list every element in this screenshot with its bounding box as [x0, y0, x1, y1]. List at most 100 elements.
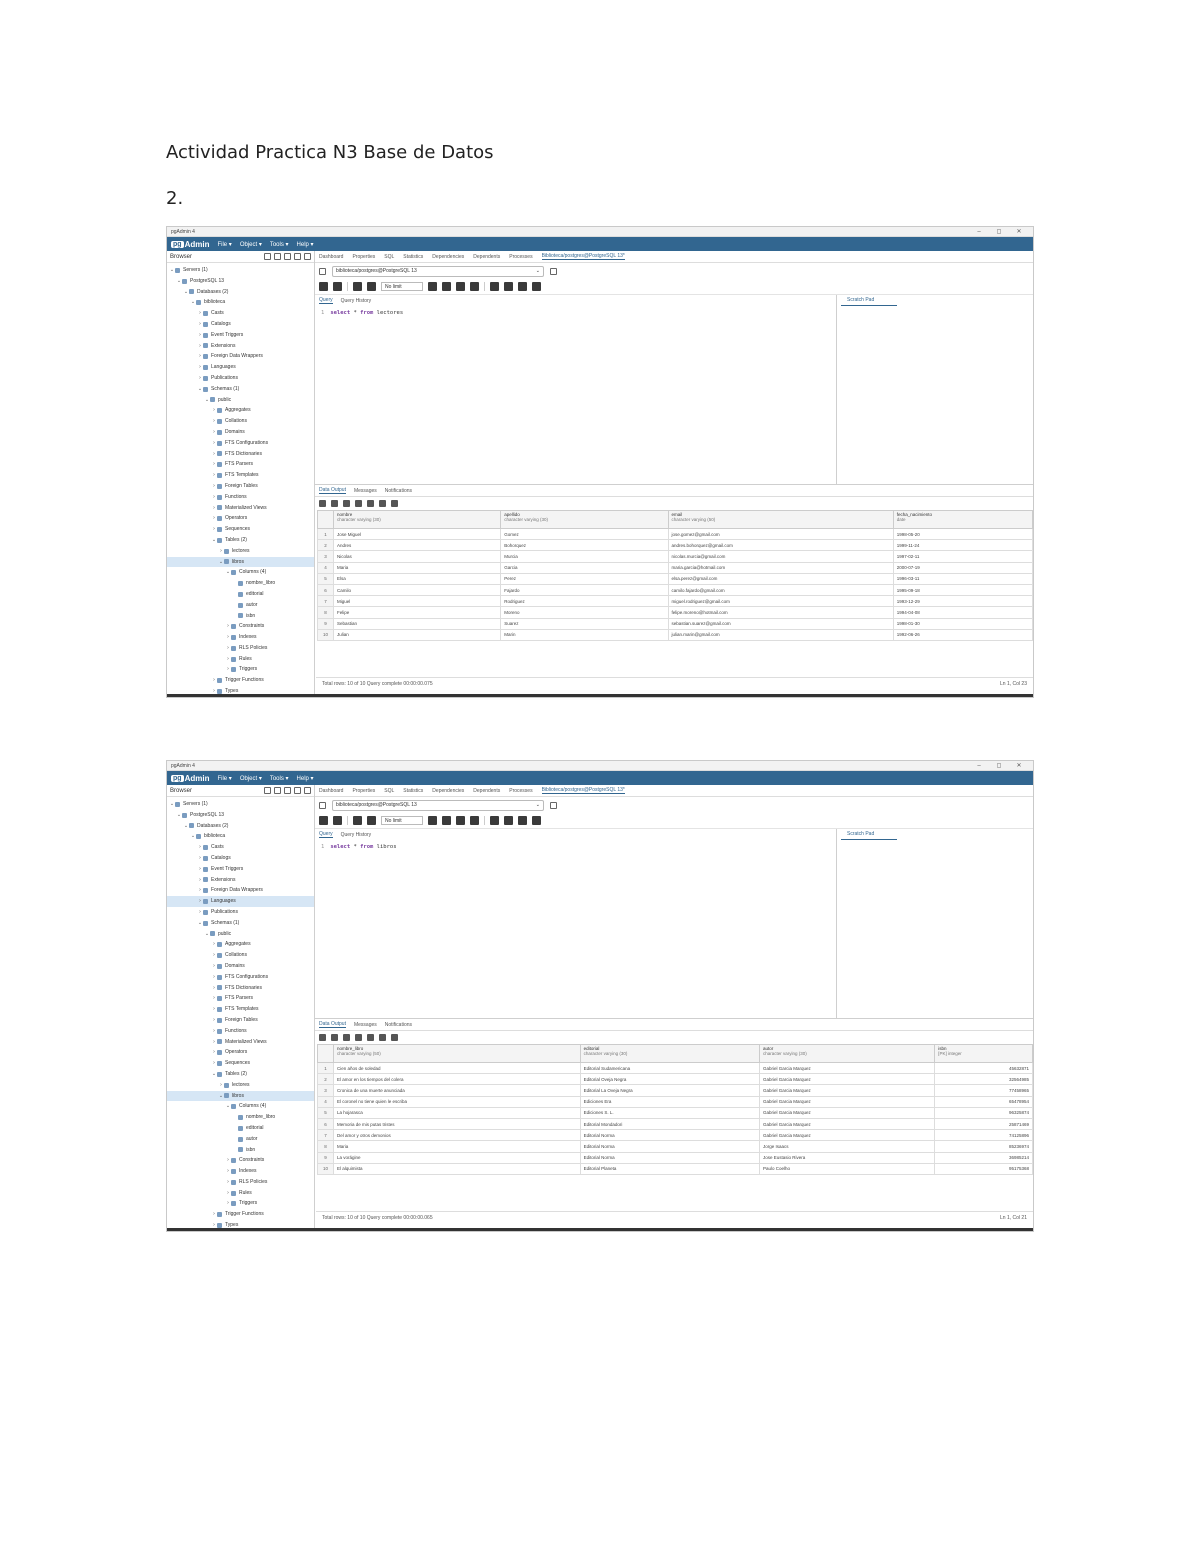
tree-node[interactable]: ⌄ Tables (2): [167, 1069, 314, 1080]
tree-node[interactable]: ⌄ Schemas (1): [167, 918, 314, 929]
column-header[interactable]: nombre character varying (30): [332, 510, 502, 529]
table-cell[interactable]: Miguel: [332, 595, 502, 608]
tree-node[interactable]: › Materialized Views: [167, 1037, 314, 1048]
tree-node[interactable]: › Extensions: [167, 341, 314, 352]
row-limit-select[interactable]: No limit: [381, 282, 423, 291]
execute-icon[interactable]: [442, 282, 451, 291]
menu-item[interactable]: Help ▾: [297, 775, 314, 782]
tree-node[interactable]: › Event Triggers: [167, 330, 314, 341]
tree-node[interactable]: ⌄ public: [167, 929, 314, 940]
tree-node[interactable]: › Foreign Data Wrappers: [167, 885, 314, 896]
explain-analyze-icon[interactable]: [470, 816, 479, 825]
table-cell[interactable]: Murcia: [500, 550, 669, 563]
column-header[interactable]: autor character varying (30): [758, 1044, 936, 1063]
tree-node[interactable]: › Catalogs: [167, 319, 314, 330]
table-cell[interactable]: Editorial Norma: [579, 1151, 760, 1164]
tree-node[interactable]: › FTS Configurations: [167, 438, 314, 449]
menu-item[interactable]: Help ▾: [297, 241, 314, 248]
paste-icon[interactable]: [343, 500, 350, 507]
add-row-icon[interactable]: [319, 1034, 326, 1041]
table-cell[interactable]: Jose Miguel: [332, 527, 502, 541]
table-cell[interactable]: Editorial Planeta: [579, 1162, 760, 1175]
column-header[interactable]: isbn [PK] integer: [934, 1044, 1033, 1063]
tree-node[interactable]: › Catalogs: [167, 853, 314, 864]
tree-node[interactable]: isbn: [167, 611, 314, 622]
table-row[interactable]: 7 Del amor y otros demonios Editorial Norm…: [317, 1129, 1033, 1142]
tree-node[interactable]: › RLS Policies: [167, 1177, 314, 1188]
tree-node[interactable]: › Indexes: [167, 632, 314, 643]
close-icon[interactable]: ✕: [1009, 762, 1029, 769]
table-cell[interactable]: Suarez: [500, 617, 669, 630]
save-data-icon[interactable]: [367, 1034, 374, 1041]
open-file-icon[interactable]: [319, 282, 328, 291]
table-view-icon[interactable]: [274, 253, 281, 260]
tree-node[interactable]: › lectores: [167, 1080, 314, 1091]
tree-node[interactable]: › Rules: [167, 654, 314, 665]
table-cell[interactable]: andres.bohorquez@gmail.com: [667, 539, 894, 552]
copy-icon[interactable]: [331, 500, 338, 507]
tree-node[interactable]: › Aggregates: [167, 939, 314, 950]
tree-node[interactable]: › RLS Policies: [167, 643, 314, 654]
table-row[interactable]: 8 Felipe Moreno felipe.moreno@hotmail.com 19…: [317, 606, 1033, 619]
table-cell[interactable]: camilo.fajardo@gmail.com: [667, 583, 894, 597]
output-tab[interactable]: Data Output: [319, 487, 346, 494]
table-cell[interactable]: Ediciones Era: [579, 1095, 760, 1108]
table-row[interactable]: 6 Camilo Fajardo camilo.fajardo@gmail.com 19…: [317, 583, 1033, 597]
tree-node[interactable]: › Trigger Functions: [167, 675, 314, 686]
tree-node[interactable]: › Publications: [167, 373, 314, 384]
filter-rows-icon[interactable]: [367, 816, 376, 825]
tree-node[interactable]: › Domains: [167, 961, 314, 972]
table-cell[interactable]: 2000-07-19: [892, 561, 1033, 574]
save-icon[interactable]: [333, 816, 342, 825]
table-cell[interactable]: 1996-03-11: [892, 572, 1033, 585]
tree-node[interactable]: › Rules: [167, 1188, 314, 1199]
table-cell[interactable]: Fajardo: [500, 583, 669, 597]
tree-node[interactable]: › FTS Parsers: [167, 459, 314, 470]
table-cell[interactable]: Editorial Sudamericana: [579, 1061, 760, 1075]
tree-node[interactable]: › Aggregates: [167, 405, 314, 416]
scratch-pad-tab[interactable]: Scratch Pad: [841, 295, 897, 306]
rollback-icon[interactable]: [504, 282, 513, 291]
table-cell[interactable]: Gomez: [500, 527, 669, 541]
tree-node[interactable]: ⌄ biblioteca: [167, 831, 314, 842]
table-cell[interactable]: 36985214: [934, 1151, 1033, 1164]
code-line[interactable]: 1 select * from lectores: [315, 306, 836, 320]
editor-tab[interactable]: Query: [319, 831, 333, 838]
graph-icon[interactable]: [391, 500, 398, 507]
table-cell[interactable]: Gabriel Garcia Marquez: [758, 1117, 936, 1131]
table-cell[interactable]: 32564985: [934, 1073, 1033, 1086]
tab[interactable]: Biblioteca/postgres@PostgreSQL 13*: [541, 253, 625, 260]
graph-icon[interactable]: [391, 1034, 398, 1041]
tree-node[interactable]: ⌄ biblioteca: [167, 297, 314, 308]
minimize-icon[interactable]: –: [969, 763, 989, 769]
tree-node[interactable]: › Materialized Views: [167, 503, 314, 514]
table-cell[interactable]: Andres: [332, 539, 502, 552]
explain-icon[interactable]: [456, 282, 465, 291]
delete-icon[interactable]: [355, 500, 362, 507]
tree-node[interactable]: › Sequences: [167, 1058, 314, 1069]
delete-icon[interactable]: [355, 1034, 362, 1041]
tab[interactable]: Processes: [509, 788, 532, 794]
tree-node[interactable]: › Operators: [167, 1047, 314, 1058]
table-cell[interactable]: Ediciones S. L.: [579, 1106, 760, 1119]
table-cell[interactable]: 74125896: [934, 1129, 1033, 1142]
tree-node[interactable]: › Casts: [167, 842, 314, 853]
tree-node[interactable]: › Constraints: [167, 1155, 314, 1166]
table-row[interactable]: 10 Julian Marin julian.marin@gmail.com 1992-…: [317, 628, 1033, 641]
table-cell[interactable]: La vorágine: [333, 1151, 581, 1164]
table-cell[interactable]: sebastian.suarez@gmail.com: [667, 617, 894, 630]
tree-node[interactable]: › Foreign Tables: [167, 1015, 314, 1026]
tree-node[interactable]: › Triggers: [167, 1198, 314, 1209]
table-cell[interactable]: Perez: [500, 572, 669, 585]
tab[interactable]: Statistics: [403, 254, 423, 260]
table-cell[interactable]: julian.marin@gmail.com: [667, 628, 894, 641]
table-row[interactable]: 3 Nicolas Murcia nicolas.murcia@gmail.com 19…: [317, 550, 1033, 563]
maximize-icon[interactable]: ◻: [989, 228, 1009, 235]
tree-node[interactable]: ⌄ Servers (1): [167, 799, 314, 810]
table-cell[interactable]: Paulo Coelho: [758, 1162, 936, 1175]
execute-icon[interactable]: [442, 816, 451, 825]
table-cell[interactable]: Garcia: [500, 561, 669, 574]
tree-node[interactable]: › Collations: [167, 416, 314, 427]
commit-icon[interactable]: [490, 816, 499, 825]
menu-item[interactable]: File ▾: [217, 241, 231, 248]
